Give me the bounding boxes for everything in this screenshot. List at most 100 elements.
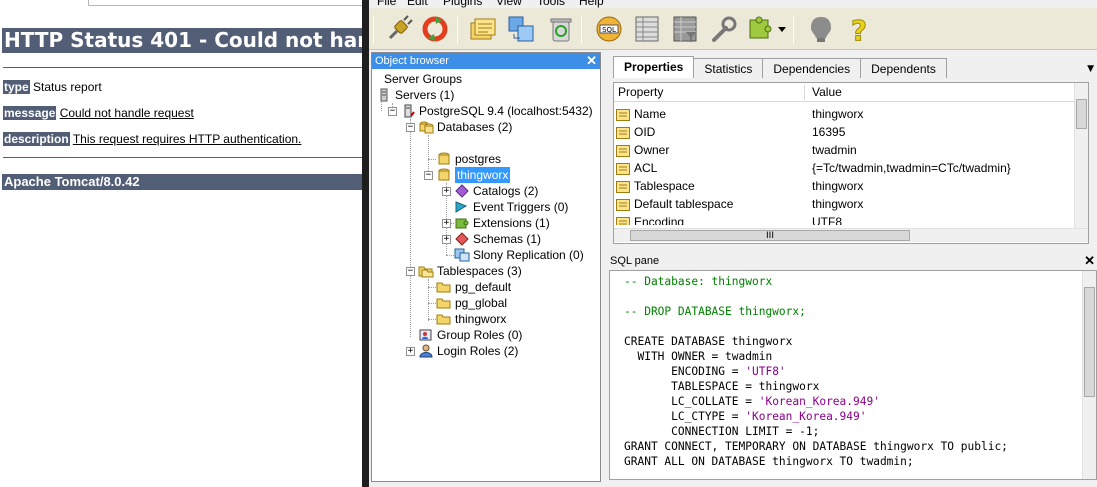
- guru-hint-icon[interactable]: [805, 13, 837, 45]
- scrollbar-thumb[interactable]: [1084, 287, 1095, 397]
- tree-node-ts-thingworx[interactable]: thingworx: [436, 311, 506, 327]
- collapse-toggle[interactable]: −: [406, 266, 415, 276]
- property-value: 16395: [812, 125, 846, 139]
- sql-vertical-scrollbar[interactable]: [1082, 271, 1096, 479]
- page-title: HTTP Status 401 - Could not handle reque…: [2, 28, 362, 53]
- connect-icon[interactable]: [383, 13, 415, 45]
- tablespaces-icon: [418, 264, 434, 278]
- tree-node-tablespaces[interactable]: − Tablespaces (3): [406, 263, 522, 279]
- sql-line: -- Database: thingworx: [624, 275, 773, 288]
- table-row[interactable]: Name thingworx: [614, 105, 1084, 123]
- server-icon: [400, 104, 416, 118]
- properties-panel: Properties Statistics Dependencies Depen…: [607, 52, 1097, 247]
- type-value: Status report: [33, 80, 102, 94]
- sql-line: ENCODING = 'UTF8': [624, 365, 786, 378]
- tablespace-icon: [436, 312, 452, 326]
- property-name: Owner: [634, 143, 670, 157]
- menu-tools[interactable]: Tools: [537, 0, 565, 8]
- table-row[interactable]: Owner twadmin: [614, 141, 1084, 159]
- tree-node-ts-global[interactable]: pg_global: [436, 295, 507, 311]
- message-row: message Could not handle request: [3, 106, 194, 121]
- menu-view[interactable]: View: [496, 0, 522, 8]
- tree-node-db-postgres[interactable]: postgres: [436, 151, 501, 167]
- column-header-property[interactable]: Property: [618, 83, 663, 102]
- tree-node-label: Group Roles (0): [437, 328, 523, 342]
- toolbar-separator: [581, 16, 582, 44]
- property-value: UTF8: [812, 215, 842, 225]
- tree-node-login-roles[interactable]: + Login Roles (2): [406, 343, 518, 359]
- grid-header: Property Value: [614, 83, 1084, 102]
- refresh-icon[interactable]: [419, 13, 451, 45]
- tree-node-label: postgres: [455, 152, 502, 166]
- scrollbar-thumb[interactable]: [1076, 99, 1087, 129]
- expand-toggle[interactable]: +: [406, 346, 415, 356]
- plugins-icon[interactable]: [745, 13, 777, 45]
- property-icon: [616, 144, 630, 157]
- table-row[interactable]: Encoding UTF8: [614, 213, 1084, 225]
- tab-properties[interactable]: Properties: [613, 56, 695, 78]
- menu-plugins[interactable]: Plugins: [443, 0, 482, 8]
- column-header-value[interactable]: Value: [812, 83, 842, 102]
- tree-node-servers[interactable]: Servers (1): [376, 87, 454, 103]
- tab-dependencies[interactable]: Dependencies: [762, 58, 862, 78]
- tree-node-ts-default[interactable]: pg_default: [436, 279, 511, 295]
- plugins-dropdown-icon[interactable]: [775, 13, 789, 45]
- close-icon[interactable]: ✕: [1084, 252, 1095, 270]
- tree-node-label: Server Groups: [384, 72, 463, 86]
- tree-node-server[interactable]: − PostgreSQL 9.4 (localhost:5432): [388, 103, 593, 119]
- divider-rule: [3, 67, 362, 68]
- tree-node-label-selected: thingworx: [455, 167, 511, 183]
- view-data-icon[interactable]: [631, 13, 663, 45]
- tree-guide: [428, 279, 429, 321]
- tab-dependents[interactable]: Dependents: [860, 58, 947, 78]
- expand-toggle[interactable]: +: [442, 218, 451, 228]
- help-icon[interactable]: ?: [843, 13, 875, 45]
- sql-line: CONNECTION LIMIT = -1;: [624, 425, 820, 438]
- tree-node-event-triggers[interactable]: Event Triggers (0): [454, 199, 568, 215]
- tree-node-slony[interactable]: Slony Replication (0): [454, 247, 584, 263]
- filtered-data-icon[interactable]: [669, 13, 701, 45]
- menu-help[interactable]: Help: [579, 0, 604, 8]
- table-row[interactable]: Default tablespace thingworx: [614, 195, 1084, 213]
- scrollbar-thumb[interactable]: III: [630, 230, 910, 241]
- server-footer: Apache Tomcat/8.0.42: [2, 174, 362, 190]
- collapse-toggle[interactable]: −: [388, 106, 397, 116]
- table-row[interactable]: OID 16395: [614, 123, 1084, 141]
- tab-menu-icon[interactable]: ▼: [1087, 64, 1094, 74]
- tree-node-schemas[interactable]: + Schemas (1): [442, 231, 541, 247]
- tree-node-extensions[interactable]: + Extensions (1): [442, 215, 550, 231]
- tree-node-server-groups[interactable]: Server Groups: [376, 71, 462, 87]
- property-icon: [616, 198, 630, 211]
- tab-statistics[interactable]: Statistics: [693, 58, 764, 78]
- property-name: Encoding: [634, 215, 685, 225]
- drop-icon[interactable]: [545, 13, 577, 45]
- properties-horizontal-scrollbar[interactable]: III: [614, 228, 1088, 242]
- tree-node-databases[interactable]: − Databases (2): [406, 119, 512, 135]
- create-object-icon[interactable]: [505, 13, 537, 45]
- sql-pane-title: SQL pane: [610, 255, 660, 267]
- tree-node-label: thingworx: [455, 312, 507, 326]
- maintenance-icon[interactable]: [707, 13, 739, 45]
- menu-file[interactable]: File: [377, 0, 396, 8]
- sql-line: LC_COLLATE = 'Korean_Korea.949': [624, 395, 880, 408]
- collapse-toggle[interactable]: −: [424, 170, 433, 180]
- properties-grid: Property Value Name thingworx OID 16395 …: [613, 82, 1089, 244]
- window-divider: [362, 0, 369, 487]
- sql-line: CREATE DATABASE thingworx: [624, 335, 793, 348]
- expand-toggle[interactable]: +: [442, 186, 451, 196]
- tree-node-db-thingworx[interactable]: − thingworx: [424, 167, 511, 183]
- tree-node-catalogs[interactable]: + Catalogs (2): [442, 183, 538, 199]
- description-row: description This request requires HTTP a…: [3, 132, 301, 147]
- properties-vertical-scrollbar[interactable]: [1074, 83, 1088, 228]
- properties-icon[interactable]: [467, 13, 499, 45]
- tree-guide: [428, 303, 436, 304]
- collapse-toggle[interactable]: −: [406, 122, 415, 132]
- expand-toggle[interactable]: +: [442, 234, 451, 244]
- menu-edit[interactable]: Edit: [407, 0, 428, 8]
- table-row[interactable]: Tablespace thingworx: [614, 177, 1084, 195]
- table-row[interactable]: ACL {=Tc/twadmin,twadmin=CTc/twadmin}: [614, 159, 1084, 177]
- sql-editor[interactable]: -- Database: thingworx -- DROP DATABASE …: [609, 270, 1097, 480]
- tree-node-group-roles[interactable]: Group Roles (0): [418, 327, 522, 343]
- close-icon[interactable]: ✕: [586, 53, 597, 69]
- sql-query-icon[interactable]: SQL: [593, 13, 625, 45]
